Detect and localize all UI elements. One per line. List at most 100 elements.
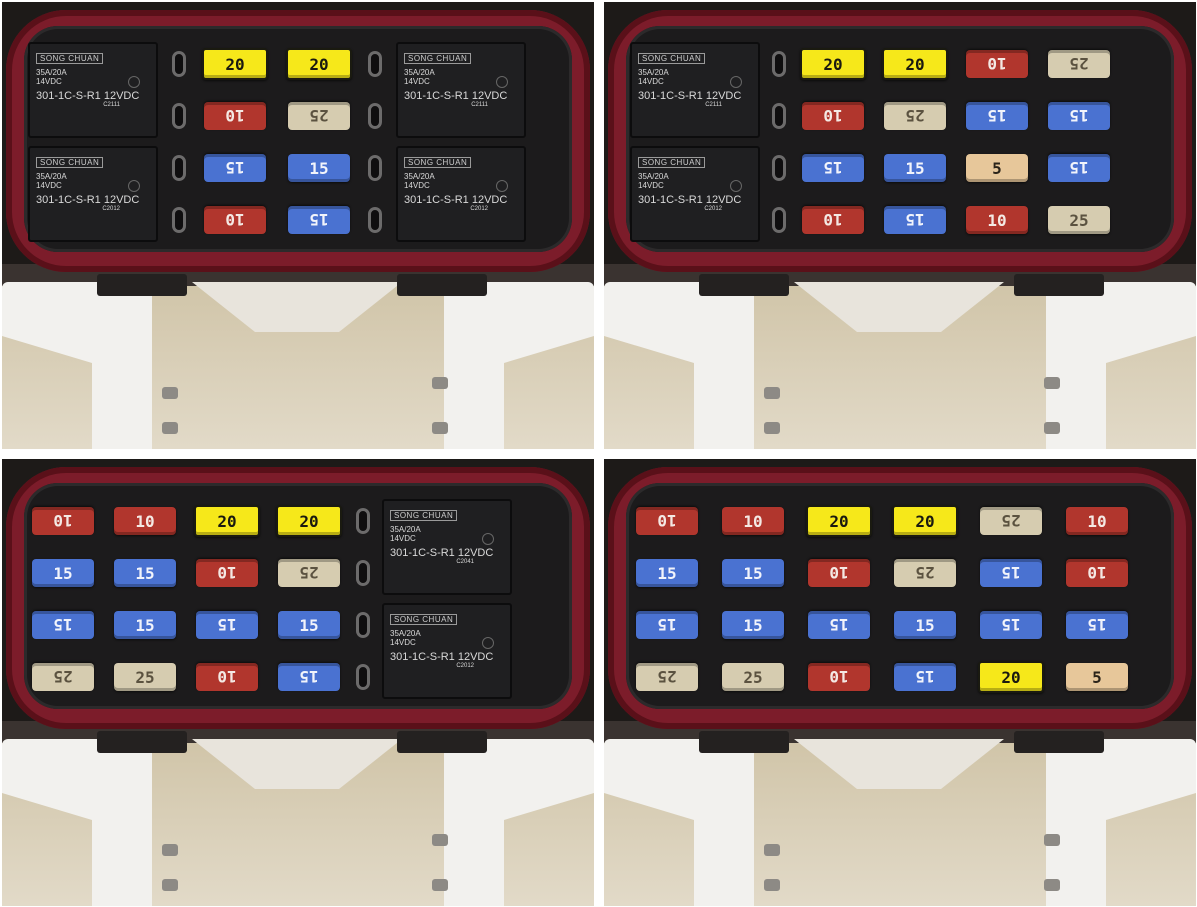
fuse[interactable]: 20 xyxy=(202,48,268,80)
fuse[interactable]: 15 xyxy=(278,611,340,639)
relay-logo: SONG CHUAN xyxy=(36,53,104,64)
fuse[interactable]: 25 xyxy=(884,102,946,130)
fuse[interactable]: 15 xyxy=(966,102,1028,130)
fuse[interactable]: 15 xyxy=(114,611,176,639)
empty-slot xyxy=(172,155,186,181)
fuse[interactable]: 20 xyxy=(800,48,866,80)
relay-code: C2111 xyxy=(471,102,488,108)
fuse[interactable]: 25 xyxy=(32,663,94,691)
fuse[interactable]: 10 xyxy=(1066,559,1128,587)
fuse[interactable]: 15 xyxy=(1048,102,1110,130)
fuse[interactable]: 10 xyxy=(966,206,1028,234)
fuse[interactable]: 25 xyxy=(980,507,1042,535)
relay: SONG CHUAN 35A/20A 14VDC 301-1C-S-R1 12VDC… xyxy=(382,499,512,595)
relay-logo: SONG CHUAN xyxy=(390,614,458,625)
empty-slot xyxy=(356,664,370,690)
fuse[interactable]: 25 xyxy=(278,559,340,587)
fuse[interactable]: 10 xyxy=(808,559,870,587)
empty-slot xyxy=(172,207,186,233)
fuse[interactable]: 10 xyxy=(1066,507,1128,535)
fuse[interactable]: 15 xyxy=(722,611,784,639)
fuse[interactable]: 15 xyxy=(278,663,340,691)
fuse[interactable]: 10 xyxy=(204,206,266,234)
relay: SONG CHUAN 35A/20A 14VDC 301-1C-S-R1 12VDC… xyxy=(28,146,158,242)
relay-logo: SONG CHUAN xyxy=(638,53,706,64)
photo-top-left: SONG CHUAN 35A/20A 14VDC 301-1C-S-R1 12VDC… xyxy=(2,2,594,449)
fuse[interactable]: 15 xyxy=(980,611,1042,639)
fuse[interactable]: 15 xyxy=(114,559,176,587)
fuse[interactable]: 10 xyxy=(802,102,864,130)
relay-logo: SONG CHUAN xyxy=(638,157,706,168)
empty-slot xyxy=(356,508,370,534)
relay: SONG CHUAN 35A/20A 14VDC 301-1C-S-R1 12VDC… xyxy=(630,42,760,138)
photo-bottom-right: 10 10 20 20 25 10 15 15 10 25 15 10 15 1… xyxy=(604,459,1196,906)
empty-slot xyxy=(368,207,382,233)
fuse[interactable]: 20 xyxy=(286,48,352,80)
fuse[interactable]: 20 xyxy=(892,505,958,537)
empty-slot xyxy=(368,51,382,77)
fuse[interactable]: 10 xyxy=(32,507,94,535)
fuse[interactable]: 15 xyxy=(636,611,698,639)
relay-model: 301-1C-S-R1 12VDC xyxy=(390,547,494,559)
fuse-grid: 10 10 20 20 15 15 10 25 15 15 15 15 25 2… xyxy=(28,499,564,699)
fuse[interactable]: 15 xyxy=(894,611,956,639)
fuse[interactable]: 25 xyxy=(1048,50,1110,78)
fuse[interactable]: 10 xyxy=(114,507,176,535)
fuse[interactable]: 5 xyxy=(1066,663,1128,691)
fuse[interactable]: 15 xyxy=(636,559,698,587)
fuse[interactable]: 15 xyxy=(980,559,1042,587)
relay: SONG CHUAN 35A/20A 14VDC 301-1C-S-R1 12VDC… xyxy=(28,42,158,138)
relay-logo: SONG CHUAN xyxy=(404,157,472,168)
fuse[interactable]: 15 xyxy=(288,206,350,234)
relay-code: C2041 xyxy=(456,559,474,565)
relay-model: 301-1C-S-R1 12VDC xyxy=(36,90,140,102)
fuse[interactable]: 15 xyxy=(722,559,784,587)
relay-model: 301-1C-S-R1 12VDC xyxy=(390,651,494,663)
fuse[interactable]: 10 xyxy=(802,206,864,234)
fuse[interactable]: 15 xyxy=(196,611,258,639)
fuse[interactable]: 15 xyxy=(204,154,266,182)
fuse[interactable]: 15 xyxy=(32,559,94,587)
empty-slot xyxy=(772,103,786,129)
fuse[interactable]: 25 xyxy=(1048,206,1110,234)
fuse[interactable]: 25 xyxy=(722,663,784,691)
fuse[interactable]: 10 xyxy=(636,507,698,535)
photo-bottom-left: 10 10 20 20 15 15 10 25 15 15 15 15 25 2… xyxy=(2,459,594,906)
fuse[interactable]: 15 xyxy=(32,611,94,639)
fuse[interactable]: 25 xyxy=(636,663,698,691)
fuse[interactable]: 10 xyxy=(808,663,870,691)
fuse[interactable]: 15 xyxy=(1048,154,1110,182)
empty-slot xyxy=(772,155,786,181)
fuse[interactable]: 25 xyxy=(288,102,350,130)
fuse[interactable]: 10 xyxy=(196,559,258,587)
fuse[interactable]: 10 xyxy=(196,663,258,691)
fuse[interactable]: 20 xyxy=(806,505,872,537)
fuse[interactable]: 25 xyxy=(114,663,176,691)
relay-model: 301-1C-S-R1 12VDC xyxy=(638,194,742,206)
relay-model: 301-1C-S-R1 12VDC xyxy=(404,90,508,102)
fuse[interactable]: 5 xyxy=(966,154,1028,182)
relay-code: C2111 xyxy=(103,102,120,108)
relay-code: C2012 xyxy=(704,206,722,212)
fuse[interactable]: 15 xyxy=(884,206,946,234)
fuse[interactable]: 15 xyxy=(894,663,956,691)
relay-logo: SONG CHUAN xyxy=(36,157,104,168)
fuse[interactable]: 15 xyxy=(288,154,350,182)
fuse-grid: 10 10 20 20 25 10 15 15 10 25 15 10 15 1… xyxy=(630,499,1166,699)
fuse[interactable]: 10 xyxy=(966,50,1028,78)
fuse[interactable]: 10 xyxy=(204,102,266,130)
relay: SONG CHUAN 35A/20A 14VDC 301-1C-S-R1 12VDC… xyxy=(630,146,760,242)
fuse[interactable]: 20 xyxy=(194,505,260,537)
fuse-grid: SONG CHUAN 35A/20A 14VDC 301-1C-S-R1 12VDC… xyxy=(28,42,564,242)
fuse[interactable]: 10 xyxy=(722,507,784,535)
fuse[interactable]: 15 xyxy=(802,154,864,182)
fuse[interactable]: 25 xyxy=(894,559,956,587)
fuse[interactable]: 20 xyxy=(276,505,342,537)
fuse[interactable]: 20 xyxy=(882,48,948,80)
fuse[interactable]: 20 xyxy=(978,661,1044,693)
fuse[interactable]: 15 xyxy=(808,611,870,639)
fuse[interactable]: 15 xyxy=(884,154,946,182)
relay-model: 301-1C-S-R1 12VDC xyxy=(404,194,508,206)
empty-slot xyxy=(368,103,382,129)
fuse[interactable]: 15 xyxy=(1066,611,1128,639)
